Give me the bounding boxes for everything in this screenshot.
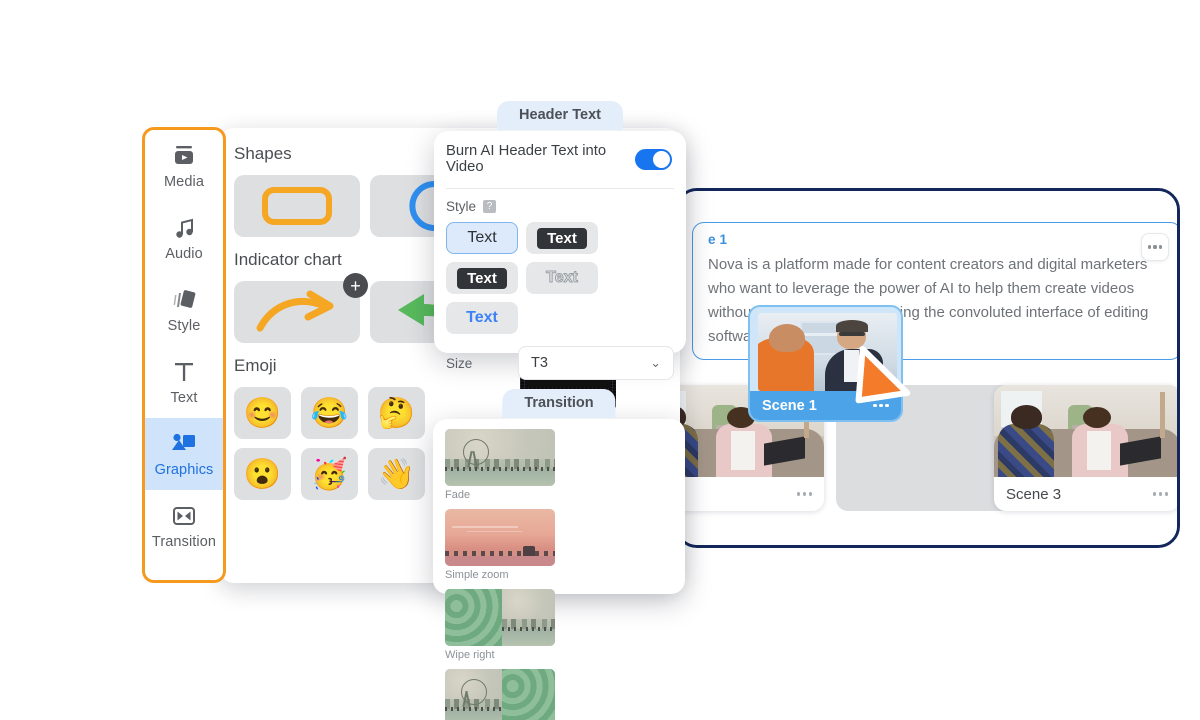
sidebar-item-label: Media (164, 173, 204, 190)
scene-thumbnail-image (994, 385, 1177, 477)
sidebar-item-media[interactable]: Media (145, 130, 223, 202)
transition-option-label: Fade (445, 489, 471, 501)
style-option-plain[interactable]: Text (446, 222, 518, 254)
screenshot-stage: e 1 Nova is a platform made for content … (0, 0, 1200, 720)
transition-options-grid: Fade Simple zoom Wipe right (433, 419, 685, 720)
scene-thumbnail-caption: Scene 3 (994, 477, 1177, 511)
style-option-dark-pill[interactable]: Text (526, 222, 598, 254)
emoji-tile[interactable]: 👋 (368, 448, 425, 500)
shape-curved-arrow-right[interactable]: + (234, 273, 368, 343)
chevron-down-icon: ⌄ (650, 355, 661, 370)
transition-option-label: Simple zoom (445, 569, 509, 581)
scene-thumbnail-caption: 2 (678, 477, 824, 511)
curved-arrow-right-icon (256, 290, 334, 332)
scene-card-title: e 1 (708, 232, 728, 247)
sidebar-item-label: Audio (165, 245, 203, 262)
media-icon (171, 143, 197, 169)
sidebar-item-audio[interactable]: Audio (145, 202, 223, 274)
style-label: Style (446, 199, 477, 214)
style-option-label: Text (466, 309, 498, 326)
burn-header-text-label: Burn AI Header Text into Video (446, 143, 607, 175)
scene1-tile-label: Scene 1 (762, 397, 817, 414)
sidebar-item-label: Text (170, 389, 198, 406)
text-t-icon (171, 359, 197, 385)
scene-thumbnail-card[interactable]: Scene 3 (994, 385, 1177, 511)
emoji-tile[interactable]: 😊 (234, 387, 291, 439)
transition-option-wipe-left[interactable]: Wipe left (445, 669, 555, 720)
transition-thumbnail (445, 509, 555, 566)
transition-thumbnail (445, 669, 555, 720)
size-select-value: T3 (531, 355, 548, 371)
header-text-popup: Header Text Burn AI Header Text into Vid… (434, 101, 686, 380)
emoji-tile[interactable]: 🥳 (301, 448, 358, 500)
transition-thumbnail (445, 429, 555, 486)
graphics-icon (170, 431, 198, 457)
style-cards-icon (171, 287, 197, 313)
transition-popup-tab[interactable]: Transition (502, 389, 616, 418)
sidebar-item-style[interactable]: Style (145, 274, 223, 346)
burn-header-text-toggle[interactable] (635, 148, 672, 170)
style-label-row: Style ? (434, 189, 686, 214)
ellipsis-icon[interactable] (1152, 492, 1168, 496)
rounded-rectangle-shape (262, 187, 332, 225)
ellipsis-icon[interactable] (796, 492, 812, 496)
transition-option-simple-zoom[interactable]: Simple zoom (445, 509, 555, 581)
transition-popup: Transition Fade Simple zoom Wipe right (433, 389, 685, 720)
transition-icon (171, 503, 197, 529)
style-option-outline[interactable]: Text (526, 262, 598, 294)
tool-sidebar: Media Audio Style Text Graphics Transiti… (142, 127, 226, 583)
transition-option-wipe-right[interactable]: Wipe right (445, 589, 555, 661)
transition-option-label: Wipe right (445, 649, 495, 661)
emoji-tile[interactable]: 😂 (301, 387, 358, 439)
sidebar-item-graphics[interactable]: Graphics (145, 418, 223, 490)
style-option-dark-fill[interactable]: Text (446, 262, 518, 294)
question-mark-icon[interactable]: ? (483, 200, 497, 213)
style-option-blue[interactable]: Text (446, 302, 518, 334)
audio-note-icon (172, 215, 196, 241)
burn-header-text-row: Burn AI Header Text into Video (434, 131, 686, 175)
shape-rounded-rectangle[interactable] (234, 175, 360, 237)
sidebar-item-label: Transition (151, 533, 217, 550)
size-select[interactable]: T3 ⌄ (518, 346, 674, 380)
header-text-popup-tab[interactable]: Header Text (497, 101, 623, 130)
style-option-label: Text (467, 229, 497, 246)
style-options-grid: Text Text Text Text Text (434, 214, 686, 334)
size-label: Size (446, 355, 473, 371)
sidebar-item-label: Style (167, 317, 201, 334)
size-row: Size T3 ⌄ (434, 334, 686, 380)
sidebar-item-label: Graphics (154, 461, 214, 478)
style-option-label: Text (457, 267, 507, 289)
scene-thumbnail-label: Scene 3 (1006, 485, 1062, 503)
sidebar-item-text[interactable]: Text (145, 346, 223, 418)
emoji-tile[interactable]: 🤔 (368, 387, 425, 439)
sidebar-item-transition[interactable]: Transition (145, 490, 223, 562)
emoji-tile[interactable]: 😮 (234, 448, 291, 500)
transition-option-fade[interactable]: Fade (445, 429, 555, 501)
transition-thumbnail (445, 589, 555, 646)
style-option-label: Text (537, 227, 587, 249)
ellipsis-icon[interactable] (1141, 233, 1169, 261)
add-shape-button[interactable]: + (343, 273, 368, 298)
style-option-label: Text (546, 269, 579, 287)
